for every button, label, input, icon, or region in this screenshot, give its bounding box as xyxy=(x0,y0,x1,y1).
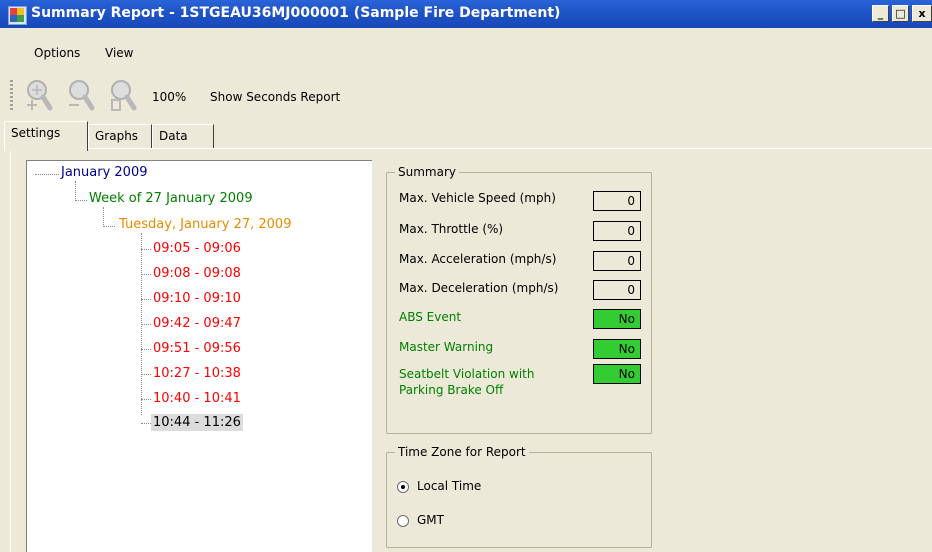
master-warning-label: Master Warning xyxy=(399,340,494,354)
tree-connector xyxy=(141,349,151,350)
local-time-label[interactable]: Local Time xyxy=(417,479,481,493)
local-time-radio[interactable] xyxy=(397,481,409,493)
max-deceleration-label: Max. Deceleration (mph/s) xyxy=(399,281,559,295)
gmt-label[interactable]: GMT xyxy=(417,513,444,527)
tree-node-day[interactable]: Tuesday, January 27, 2009 xyxy=(119,217,291,232)
tree-connector xyxy=(75,200,87,201)
summary-legend: Summary xyxy=(395,165,459,179)
tree-node-week[interactable]: Week of 27 January 2009 xyxy=(89,191,253,206)
toolbar: 100% Show Seconds Report xyxy=(0,64,932,120)
tree-connector xyxy=(141,324,151,325)
timezone-group: Time Zone for Report Local Time GMT xyxy=(386,445,652,548)
radio-selected-dot xyxy=(401,485,405,489)
seatbelt-violation-value: No xyxy=(593,364,641,384)
gmt-radio[interactable] xyxy=(397,515,409,527)
seatbelt-violation-label: Seatbelt Violation with xyxy=(399,367,535,381)
window-title: Summary Report - 1STGEAU36MJ000001 (Samp… xyxy=(31,5,561,21)
minimize-button[interactable]: _ xyxy=(872,5,889,22)
menu-options[interactable]: Options xyxy=(34,46,80,60)
tree-node-session[interactable]: 09:05 - 09:06 xyxy=(153,241,241,256)
max-deceleration-value: 0 xyxy=(593,280,641,300)
summary-group: Summary Max. Vehicle Speed (mph) 0 Max. … xyxy=(386,165,652,434)
zoom-fit-icon[interactable] xyxy=(108,78,138,112)
max-throttle-label: Max. Throttle (%) xyxy=(399,222,504,236)
maximize-button[interactable]: □ xyxy=(892,5,909,22)
timezone-legend: Time Zone for Report xyxy=(395,445,529,459)
abs-event-value: No xyxy=(593,309,641,329)
max-throttle-value: 0 xyxy=(593,221,641,241)
tree-node-session[interactable]: 09:08 - 09:08 xyxy=(153,266,241,281)
tree-node-session[interactable]: 09:51 - 09:56 xyxy=(153,341,241,356)
zoom-in-icon[interactable] xyxy=(24,78,54,112)
menu-bar: Options View xyxy=(0,28,932,64)
tab-data[interactable]: Data xyxy=(152,124,214,148)
tree-connector xyxy=(141,399,151,400)
show-seconds-report-button[interactable]: Show Seconds Report xyxy=(210,90,340,104)
master-warning-value: No xyxy=(593,339,641,359)
max-vehicle-speed-label: Max. Vehicle Speed (mph) xyxy=(399,191,556,205)
tree-connector xyxy=(141,274,151,275)
max-acceleration-value: 0 xyxy=(593,251,641,271)
tree-node-session[interactable]: 10:27 - 10:38 xyxy=(153,366,241,381)
tree-node-session[interactable]: 09:10 - 09:10 xyxy=(153,291,241,306)
tab-graphs[interactable]: Graphs xyxy=(88,124,152,148)
tree-connector xyxy=(75,181,76,201)
tree-node-session[interactable]: 09:42 - 09:47 xyxy=(153,316,241,331)
abs-event-label: ABS Event xyxy=(399,310,462,324)
tree-node-session[interactable]: 10:40 - 10:41 xyxy=(153,391,241,406)
max-vehicle-speed-value: 0 xyxy=(593,191,641,211)
tree-connector xyxy=(103,207,104,227)
tree-connector xyxy=(103,226,115,227)
app-icon xyxy=(8,6,27,25)
tree-connector xyxy=(141,299,151,300)
tree-connector xyxy=(141,374,151,375)
menu-view[interactable]: View xyxy=(105,46,133,60)
zoom-out-icon[interactable] xyxy=(66,78,96,112)
tree-node-session-selected[interactable]: 10:44 - 11:26 xyxy=(151,414,243,431)
toolbar-grip[interactable] xyxy=(10,80,13,110)
tab-settings[interactable]: Settings xyxy=(4,121,88,151)
zoom-level[interactable]: 100% xyxy=(152,90,186,104)
tree-node-month[interactable]: January 2009 xyxy=(61,165,148,180)
session-tree[interactable]: January 2009 Week of 27 January 2009 Tue… xyxy=(26,160,372,552)
tree-connector xyxy=(35,174,59,175)
title-bar[interactable]: Summary Report - 1STGEAU36MJ000001 (Samp… xyxy=(0,0,932,28)
close-button[interactable]: x xyxy=(912,5,932,22)
max-acceleration-label: Max. Acceleration (mph/s) xyxy=(399,252,557,266)
parking-brake-off-label: Parking Brake Off xyxy=(399,383,504,397)
tree-connector xyxy=(141,423,151,424)
tree-connector xyxy=(141,249,151,250)
